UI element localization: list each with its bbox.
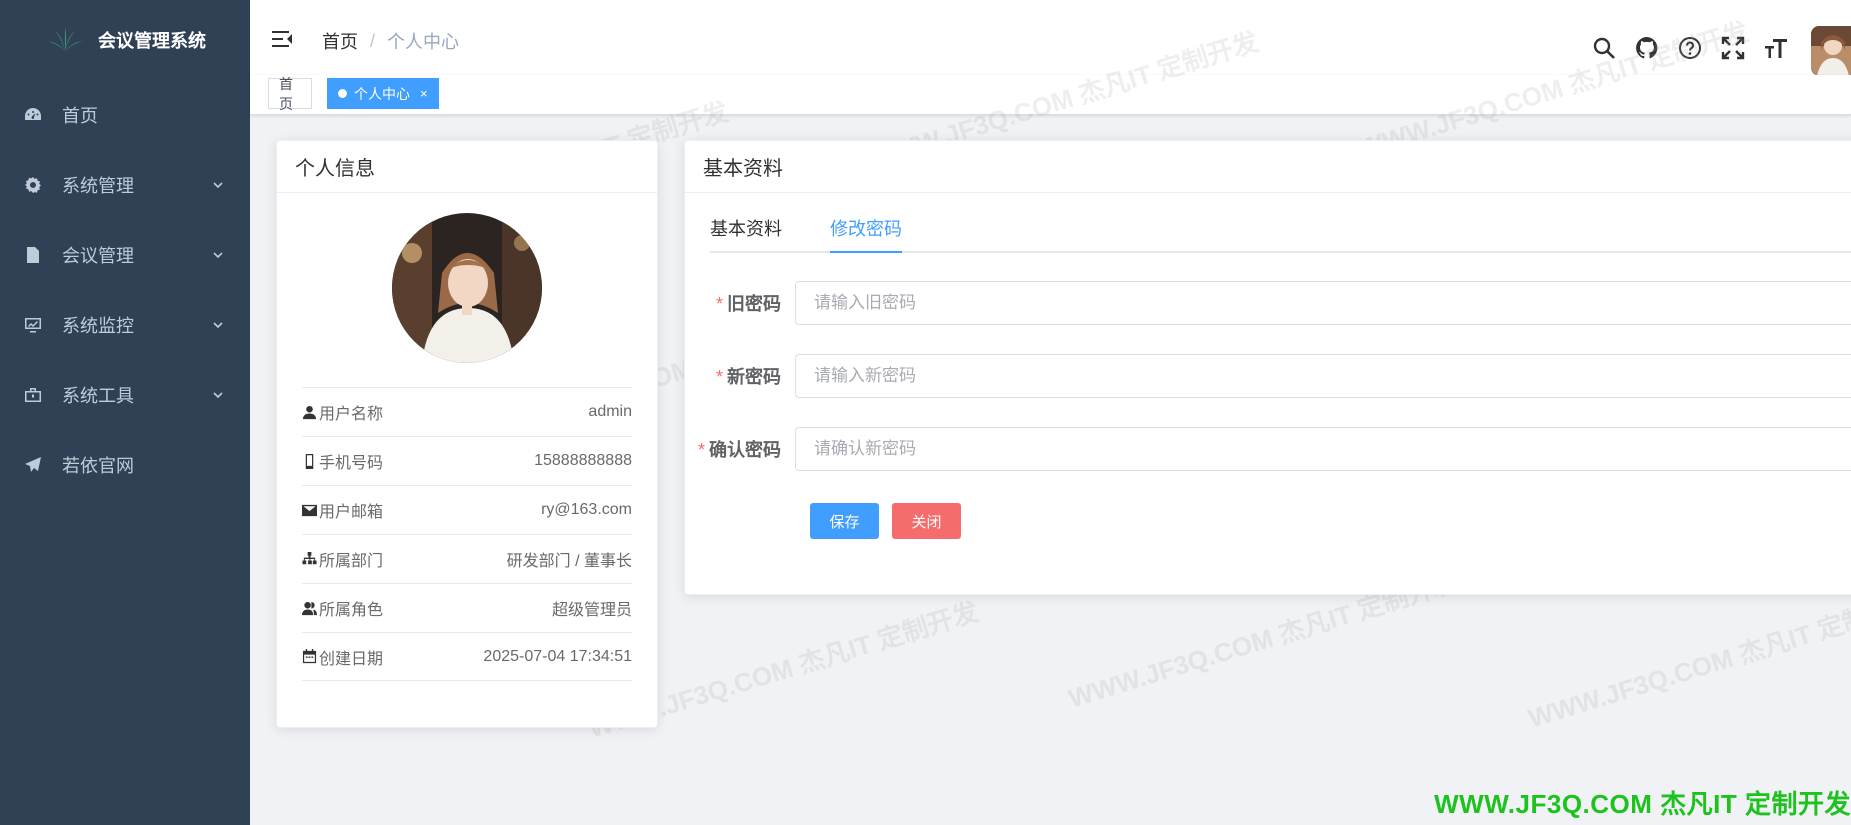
list-item: 用户名称 admin [302, 387, 632, 436]
sidebar-item-label: 会议管理 [62, 246, 134, 266]
help-icon[interactable] [1669, 29, 1711, 67]
profile-label: 用户名称 [319, 406, 384, 423]
peoples-icon [302, 601, 317, 615]
tags-view: 首页 个人中心 × [250, 75, 1851, 115]
list-item: 所属角色 超级管理员 [302, 583, 632, 632]
phone-icon [305, 453, 314, 469]
sidebar-item-system-tools[interactable]: 系统工具 [0, 360, 250, 430]
old-password-input[interactable] [795, 281, 1851, 325]
font-size-icon[interactable] [1755, 29, 1797, 67]
sidebar-item-home[interactable]: 首页 [0, 80, 250, 150]
user-icon [302, 405, 317, 419]
form-tabs: 基本资料 修改密码 [710, 211, 1851, 253]
confirm-password-input[interactable] [795, 427, 1851, 471]
toolbox-icon [25, 388, 41, 402]
active-dot-icon [338, 89, 347, 98]
required-mark: * [697, 440, 705, 460]
email-icon [302, 504, 317, 516]
chevron-down-icon [212, 388, 224, 400]
basic-info-card-title: 基本资料 [685, 141, 1851, 193]
profile-card: 个人信息 用户名称 admin 手机号码 15888888888 用户邮箱 ry… [276, 140, 658, 728]
list-item: 所属部门 研发部门 / 董事长 [302, 534, 632, 583]
required-mark: * [715, 367, 723, 387]
logo-icon [47, 27, 83, 51]
profile-value: 15888888888 [534, 452, 632, 469]
tag-home[interactable]: 首页 [268, 76, 312, 112]
search-icon[interactable] [1583, 29, 1625, 67]
watermark: WWW.JF3Q.COM 杰凡IT 定制开发 [1524, 586, 1851, 734]
new-password-label: * 新密码 [715, 367, 781, 387]
sidebar-item-meeting-management[interactable]: 会议管理 [0, 220, 250, 290]
new-password-input[interactable] [795, 354, 1851, 398]
list-item: 创建日期 2025-07-04 17:34:51 [302, 632, 632, 681]
avatar[interactable] [1811, 26, 1851, 76]
sidebar-item-system-monitor[interactable]: 系统监控 [0, 290, 250, 360]
fullscreen-icon[interactable] [1712, 29, 1754, 67]
profile-avatar[interactable] [392, 213, 542, 363]
profile-value: admin [588, 403, 632, 420]
profile-label: 用户邮箱 [319, 504, 384, 521]
chevron-down-icon [212, 178, 224, 190]
tab-change-password[interactable]: 修改密码 [830, 211, 902, 253]
basic-info-card: 基本资料 基本资料 修改密码 * 旧密码 * 新密码 * 确认密码 保存 关闭 [684, 140, 1851, 595]
hamburger-icon[interactable] [270, 28, 294, 50]
profile-info-list: 用户名称 admin 手机号码 15888888888 用户邮箱 ry@163.… [302, 387, 632, 681]
profile-value: 2025-07-04 17:34:51 [483, 647, 632, 665]
chevron-down-icon [212, 248, 224, 260]
sidebar: 会议管理系统 首页 系统管理 会议管理 系统监控 系统工具 若依官网 [0, 0, 250, 825]
tag-label: 首页 [279, 75, 293, 112]
sidebar-item-label: 若依官网 [62, 456, 134, 476]
app-title: 会议管理系统 [98, 31, 206, 51]
profile-label: 所属角色 [319, 602, 384, 619]
dashboard-icon [25, 108, 41, 120]
profile-label: 创建日期 [319, 650, 384, 668]
sidebar-item-label: 首页 [62, 106, 98, 126]
paper-plane-icon [25, 457, 41, 472]
confirm-password-label: * 确认密码 [697, 440, 781, 460]
tag-label: 个人中心 [354, 85, 410, 102]
new-password-row: * 新密码 [685, 353, 1851, 399]
breadcrumb-separator: / [370, 30, 376, 51]
footer-watermark: WWW.JF3Q.COM 杰凡IT 定制开发 [1434, 789, 1851, 819]
github-icon[interactable] [1626, 29, 1668, 67]
list-item: 用户邮箱 ry@163.com [302, 485, 632, 534]
document-icon [27, 247, 39, 263]
sidebar-item-ruoyi-website[interactable]: 若依官网 [0, 430, 250, 500]
profile-value: 研发部门 / 董事长 [506, 553, 632, 570]
chevron-down-icon [212, 318, 224, 330]
logo[interactable]: 会议管理系统 [0, 0, 250, 80]
close-button[interactable]: 关闭 [892, 503, 961, 539]
profile-value: 超级管理员 [551, 602, 632, 619]
required-mark: * [715, 294, 723, 314]
list-item: 手机号码 15888888888 [302, 436, 632, 485]
date-icon [302, 649, 317, 664]
close-icon[interactable]: × [420, 86, 428, 101]
tag-profile[interactable]: 个人中心 × [327, 78, 439, 109]
navbar-actions [1582, 20, 1851, 76]
sidebar-item-label: 系统监控 [62, 316, 134, 336]
monitor-icon [25, 318, 41, 333]
tree-icon [302, 551, 317, 564]
profile-value: ry@163.com [541, 501, 632, 518]
old-password-label: * 旧密码 [715, 294, 781, 314]
breadcrumb-current: 个人中心 [387, 32, 460, 52]
sidebar-item-label: 系统工具 [62, 386, 134, 406]
confirm-password-row: * 确认密码 [685, 426, 1851, 472]
sidebar-item-label: 系统管理 [62, 176, 134, 196]
navbar: 首页 / 个人中心 [250, 0, 1851, 76]
profile-label: 手机号码 [319, 455, 384, 472]
tab-basic-info[interactable]: 基本资料 [710, 211, 782, 253]
breadcrumb: 首页 / 个人中心 [322, 28, 459, 54]
profile-label: 所属部门 [319, 553, 384, 570]
sidebar-item-system-management[interactable]: 系统管理 [0, 150, 250, 220]
profile-card-title: 个人信息 [277, 141, 657, 193]
breadcrumb-home[interactable]: 首页 [322, 28, 358, 54]
old-password-row: * 旧密码 [685, 280, 1851, 326]
save-button[interactable]: 保存 [810, 503, 879, 539]
gear-icon [25, 177, 41, 193]
